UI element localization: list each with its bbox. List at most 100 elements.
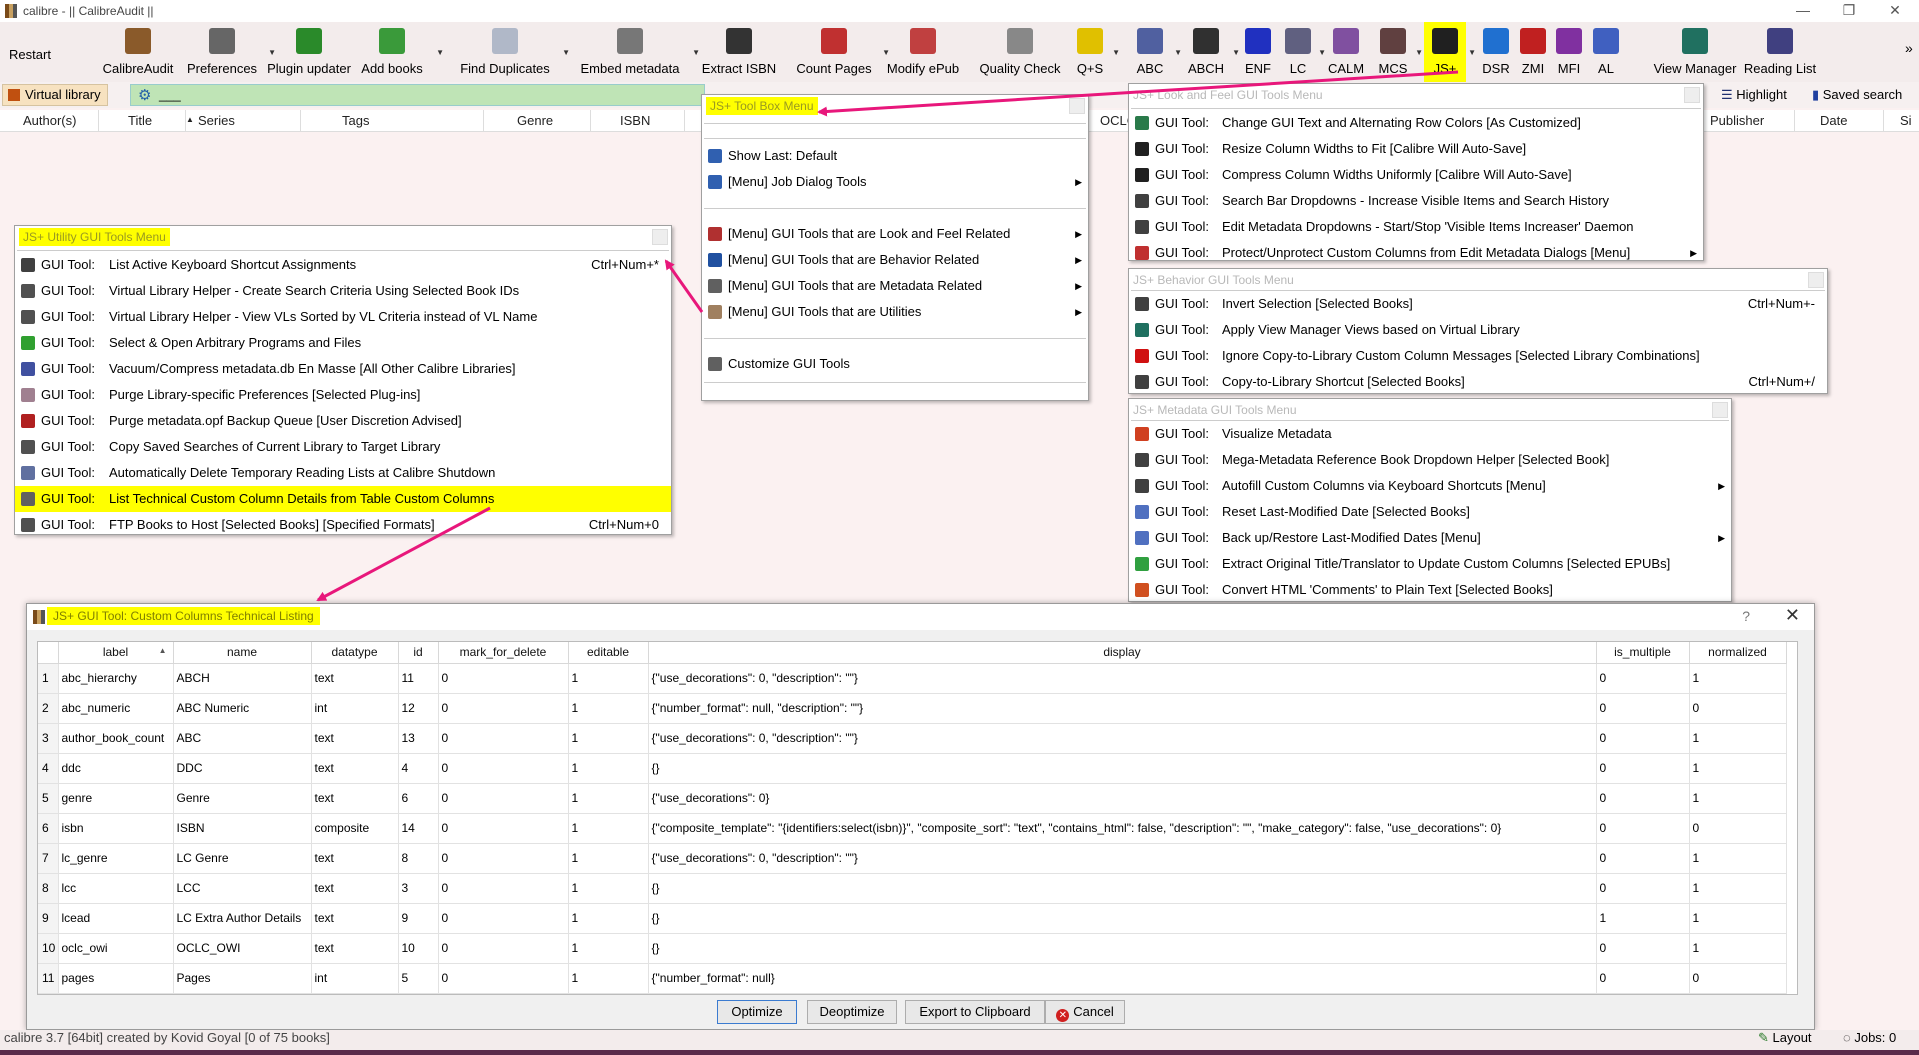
toolbar-overflow-button[interactable]: » (1905, 40, 1913, 56)
table-cell[interactable]: 0 (438, 753, 569, 784)
row-number[interactable]: 4 (38, 753, 59, 784)
table-cell[interactable]: abc_hierarchy (58, 663, 174, 694)
table-cell[interactable]: composite (311, 813, 399, 844)
table-cell[interactable]: 0 (1689, 963, 1787, 994)
table-cell[interactable]: 1 (568, 663, 649, 694)
table-cell[interactable]: {} (648, 903, 1597, 934)
menu-item[interactable]: GUI Tool: Reset Last-Modified Date [Selec… (1129, 499, 1731, 525)
menu-item[interactable]: GUI Tool: Autofill Custom Columns via Key… (1129, 473, 1731, 499)
table-cell[interactable]: author_book_count (58, 723, 174, 754)
chevron-down-icon[interactable]: ▼ (1415, 48, 1423, 57)
table-row[interactable]: 6 isbn ISBN composite 14 0 1 {"composite_templa… (38, 813, 1787, 844)
table-cell[interactable]: {} (648, 933, 1597, 964)
highlight-toggle[interactable]: ☰ Highlight (1721, 87, 1787, 103)
custom-columns-table[interactable]: label ▲ name datatype id mark_for_delete edita… (37, 641, 1798, 995)
table-cell[interactable]: 0 (438, 873, 569, 904)
chevron-down-icon[interactable]: ▼ (436, 48, 444, 57)
column-divider[interactable] (590, 110, 591, 132)
menu-item[interactable]: GUI Tool: Apply View Manager Views based … (1129, 317, 1827, 343)
close-button[interactable]: ✕ (1872, 0, 1918, 22)
toolbar-view-manager-button[interactable]: View Manager (1650, 22, 1740, 82)
menu-item[interactable]: Show Last: Default (702, 143, 1088, 169)
table-cell[interactable]: 1 (1689, 723, 1787, 754)
column-header-date[interactable]: Date (1820, 113, 1847, 128)
column-header-normalized[interactable]: normalized (1689, 642, 1787, 664)
menu-item[interactable]: GUI Tool: Convert HTML 'Comments' to Plai… (1129, 577, 1731, 603)
table-cell[interactable]: text (311, 843, 399, 874)
table-cell[interactable]: {"use_decorations": 0, "description": ""… (648, 663, 1597, 694)
menu-item[interactable]: GUI Tool: Change GUI Text and Alternating… (1129, 110, 1703, 136)
table-cell[interactable]: 1 (568, 813, 649, 844)
row-number[interactable]: 11 (38, 963, 59, 994)
table-cell[interactable]: 1 (1689, 933, 1787, 964)
row-number[interactable]: 1 (38, 663, 59, 694)
table-cell[interactable]: 14 (398, 813, 439, 844)
table-cell[interactable]: lcc (58, 873, 174, 904)
menu-item[interactable]: GUI Tool: Edit Metadata Dropdowns - Start… (1129, 214, 1703, 240)
table-cell[interactable]: lc_genre (58, 843, 174, 874)
table-cell[interactable]: Genre (173, 783, 312, 814)
saved-search-button[interactable]: ▮ Saved search (1812, 87, 1902, 103)
table-cell[interactable]: {"use_decorations": 0, "description": ""… (648, 843, 1597, 874)
column-header-name[interactable]: name (173, 642, 312, 664)
menu-item[interactable]: GUI Tool: List Active Keyboard Shortcut A… (15, 252, 671, 278)
table-cell[interactable]: 0 (1596, 873, 1690, 904)
table-cell[interactable]: pages (58, 963, 174, 994)
toolbar-eye-button[interactable]: JS+ ▼ (1424, 22, 1476, 82)
table-cell[interactable]: isbn (58, 813, 174, 844)
menu-item[interactable]: [Menu] GUI Tools that are Look and Feel … (702, 221, 1088, 247)
table-cell[interactable]: abc_numeric (58, 693, 174, 724)
restore-button[interactable]: ❐ (1826, 0, 1872, 22)
table-cell[interactable]: ABC Numeric (173, 693, 312, 724)
table-cell[interactable]: genre (58, 783, 174, 814)
menu-item[interactable]: GUI Tool: List Technical Custom Column De… (15, 486, 671, 512)
table-cell[interactable]: int (311, 693, 399, 724)
menu-item[interactable]: GUI Tool: Compress Column Widths Uniforml… (1129, 162, 1703, 188)
column-header-editable[interactable]: editable (568, 642, 649, 664)
table-cell[interactable]: 8 (398, 843, 439, 874)
table-row[interactable]: 8 lcc LCC text 3 0 1{} 0 1 (38, 873, 1787, 904)
toolbar-add-books-button[interactable]: Add books ▼ (350, 22, 444, 82)
column-header-id[interactable]: id (398, 642, 439, 664)
table-row[interactable]: 11 pages Pages int 5 0 1 {"number_format": null… (38, 963, 1787, 994)
table-cell[interactable]: Pages (173, 963, 312, 994)
toolbar-al-button[interactable]: AL (1590, 22, 1622, 82)
table-cell[interactable]: 1 (1689, 843, 1787, 874)
table-cell[interactable]: ABC (173, 723, 312, 754)
table-cell[interactable]: LC Extra Author Details (173, 903, 312, 934)
toolbar-drop-button[interactable]: DSR (1480, 22, 1512, 82)
layout-button[interactable]: ✎ Layout (1758, 1030, 1812, 1046)
column-header-mark-for-delete[interactable]: mark_for_delete (438, 642, 569, 664)
chevron-down-icon[interactable]: ▼ (1174, 48, 1182, 57)
column-header-tags[interactable]: Tags (342, 113, 369, 128)
table-cell[interactable]: 0 (438, 903, 569, 934)
toolbar-modify-epub-button[interactable]: Modify ePub (886, 22, 960, 82)
table-row[interactable]: 10 oclc_owi OCLC_OWI text 10 0 1{} 0 1 (38, 933, 1787, 964)
menu-close-button[interactable] (652, 229, 668, 245)
table-cell[interactable]: 1 (568, 753, 649, 784)
table-cell[interactable]: {"number_format": null} (648, 963, 1597, 994)
table-cell[interactable]: text (311, 933, 399, 964)
toolbar-abch-button[interactable]: ABCH ▼ (1182, 22, 1240, 82)
row-number[interactable]: 2 (38, 693, 59, 724)
table-row[interactable]: 4 ddc DDC text 4 0 1{} 0 1 (38, 753, 1787, 784)
table-cell[interactable]: 0 (1689, 693, 1787, 724)
menu-item[interactable]: GUI Tool: Visualize Metadata (1129, 421, 1731, 447)
menu-item[interactable]: GUI Tool: Vacuum/Compress metadata.db En … (15, 356, 671, 382)
menu-item[interactable]: GUI Tool: Resize Column Widths to Fit [Ca… (1129, 136, 1703, 162)
column-header-si[interactable]: Si (1900, 113, 1912, 128)
table-cell[interactable]: 1 (1596, 903, 1690, 934)
table-cell[interactable]: 11 (398, 663, 439, 694)
table-cell[interactable]: 1 (568, 693, 649, 724)
table-cell[interactable]: 0 (438, 783, 569, 814)
table-cell[interactable]: 0 (1596, 933, 1690, 964)
menu-item[interactable]: GUI Tool: Virtual Library Helper - Create… (15, 278, 671, 304)
menu-item[interactable]: GUI Tool: Back up/Restore Last-Modified D… (1129, 525, 1731, 551)
table-cell[interactable]: {"use_decorations": 0, "description": ""… (648, 723, 1597, 754)
table-cell[interactable]: 0 (1596, 693, 1690, 724)
table-cell[interactable]: 0 (1596, 963, 1690, 994)
table-cell[interactable]: oclc_owi (58, 933, 174, 964)
table-cell[interactable]: {"use_decorations": 0} (648, 783, 1597, 814)
table-cell[interactable]: 1 (1689, 873, 1787, 904)
table-cell[interactable]: 10 (398, 933, 439, 964)
